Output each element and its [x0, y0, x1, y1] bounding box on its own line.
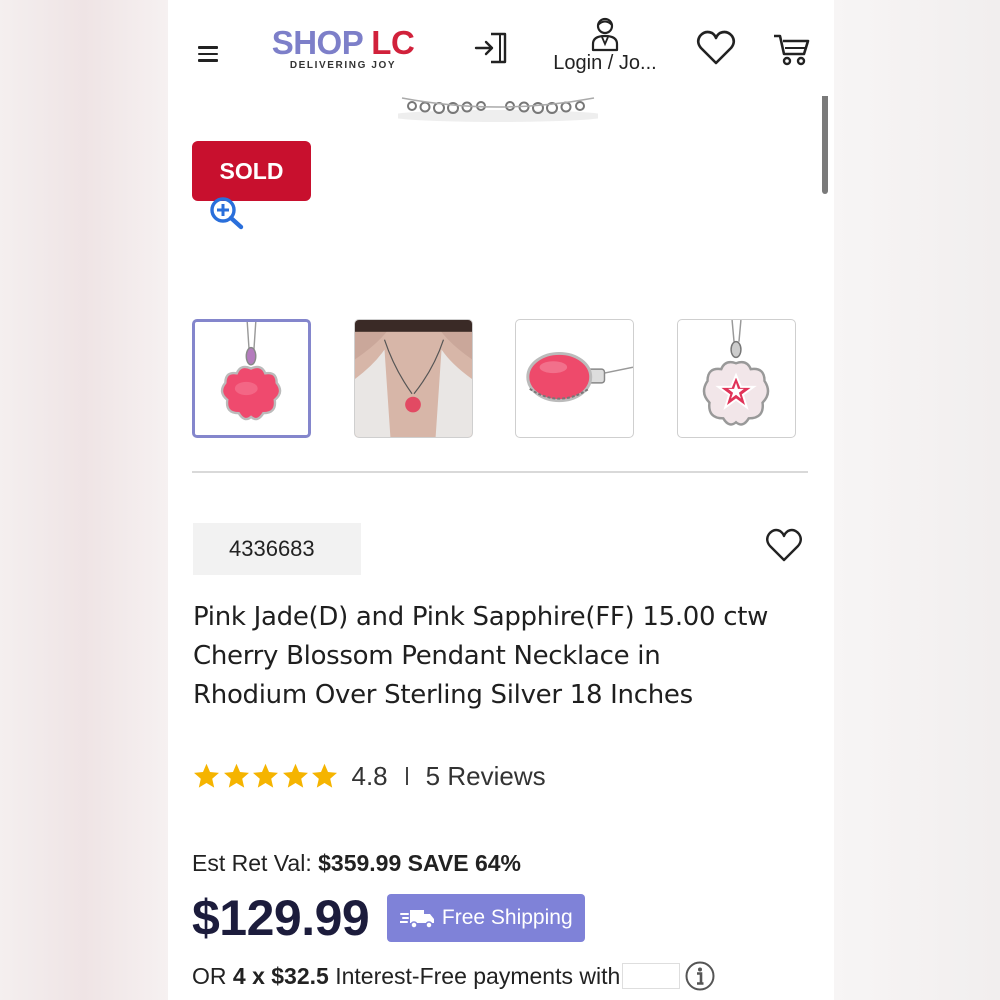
- payment-provider-logo: [622, 963, 681, 989]
- cart-icon[interactable]: [772, 30, 810, 68]
- heart-icon[interactable]: [696, 30, 736, 66]
- background-left: [0, 0, 168, 1000]
- logo-shop-text: SHOP: [271, 24, 363, 61]
- price-row: $129.99 Free Shipping: [192, 886, 586, 950]
- free-shipping-badge: Free Shipping: [387, 894, 586, 942]
- truck-icon: [399, 910, 434, 929]
- user-icon: [591, 17, 619, 52]
- free-shipping-label: Free Shipping: [441, 906, 573, 929]
- star-icon: [253, 763, 278, 788]
- est-value: $359.99: [318, 850, 402, 876]
- zoom-in-icon[interactable]: [208, 196, 244, 230]
- account-button[interactable]: Login / Jo...: [540, 16, 670, 86]
- thumbnail-pendant-worn[interactable]: [354, 319, 473, 438]
- installment-prefix: OR: [192, 962, 227, 989]
- installment-info: OR 4 x $32.5 Interest-Free payments with: [192, 960, 716, 992]
- site-header: SHOP LC DELIVERING JOY Login / Jo...: [168, 0, 834, 96]
- main-product-image[interactable]: SOLD: [168, 96, 828, 266]
- installment-suffix: Interest-Free payments with: [335, 962, 621, 989]
- background-right: [834, 0, 1000, 1000]
- installment-amount: 4 x $32.5: [232, 962, 329, 989]
- star-icon: [223, 763, 249, 788]
- rating-separator: [405, 767, 408, 785]
- star-icon: [282, 763, 308, 788]
- info-icon[interactable]: [684, 960, 716, 992]
- logo-tagline: DELIVERING JOY: [289, 60, 397, 71]
- account-label: Login / Jo...: [553, 52, 657, 74]
- star-rating: [192, 762, 340, 790]
- product-title-line-3: Rhodium Over Sterling Silver 18 Inches: [193, 680, 693, 710]
- product-rating: 4.8 5 Reviews: [192, 758, 546, 794]
- product-price: $129.99: [192, 890, 370, 946]
- page-scrollbar[interactable]: [822, 84, 828, 194]
- shoplc-logo[interactable]: SHOP LC DELIVERING JOY: [268, 24, 418, 71]
- star-icon: [312, 763, 337, 788]
- necklace-chain-image: [398, 97, 598, 122]
- thumbnail-strip: [192, 319, 802, 439]
- logo-lc-text: LC: [371, 24, 415, 61]
- sku-badge: 4336683: [193, 523, 361, 575]
- menu-icon[interactable]: [198, 46, 218, 62]
- login-icon[interactable]: [472, 28, 512, 68]
- product-page: SHOP LC DELIVERING JOY Login / Jo... SOL…: [168, 0, 834, 1000]
- thumbnail-pendant-front[interactable]: [192, 319, 311, 438]
- reviews-link[interactable]: 5 Reviews: [426, 761, 546, 792]
- product-title: Pink Jade(D) and Pink Sapphire(FF) 15.00…: [193, 598, 813, 715]
- est-label: Est Ret Val:: [192, 850, 312, 876]
- thumbnail-pendant-back[interactable]: [677, 319, 796, 438]
- save-percent: SAVE 64%: [407, 850, 522, 876]
- thumbnail-pendant-side[interactable]: [515, 319, 634, 438]
- wishlist-heart-icon[interactable]: [765, 527, 803, 563]
- product-title-line-1: Pink Jade(D) and Pink Sapphire(FF) 15.00…: [193, 602, 769, 632]
- section-divider: [192, 471, 808, 473]
- product-title-line-2: Cherry Blossom Pendant Necklace in: [193, 641, 661, 671]
- estimated-retail-value: Est Ret Val: $359.99 SAVE 64%: [192, 850, 521, 877]
- sold-badge: SOLD: [192, 141, 311, 201]
- star-icon: [194, 763, 219, 788]
- rating-value: 4.8: [351, 760, 388, 791]
